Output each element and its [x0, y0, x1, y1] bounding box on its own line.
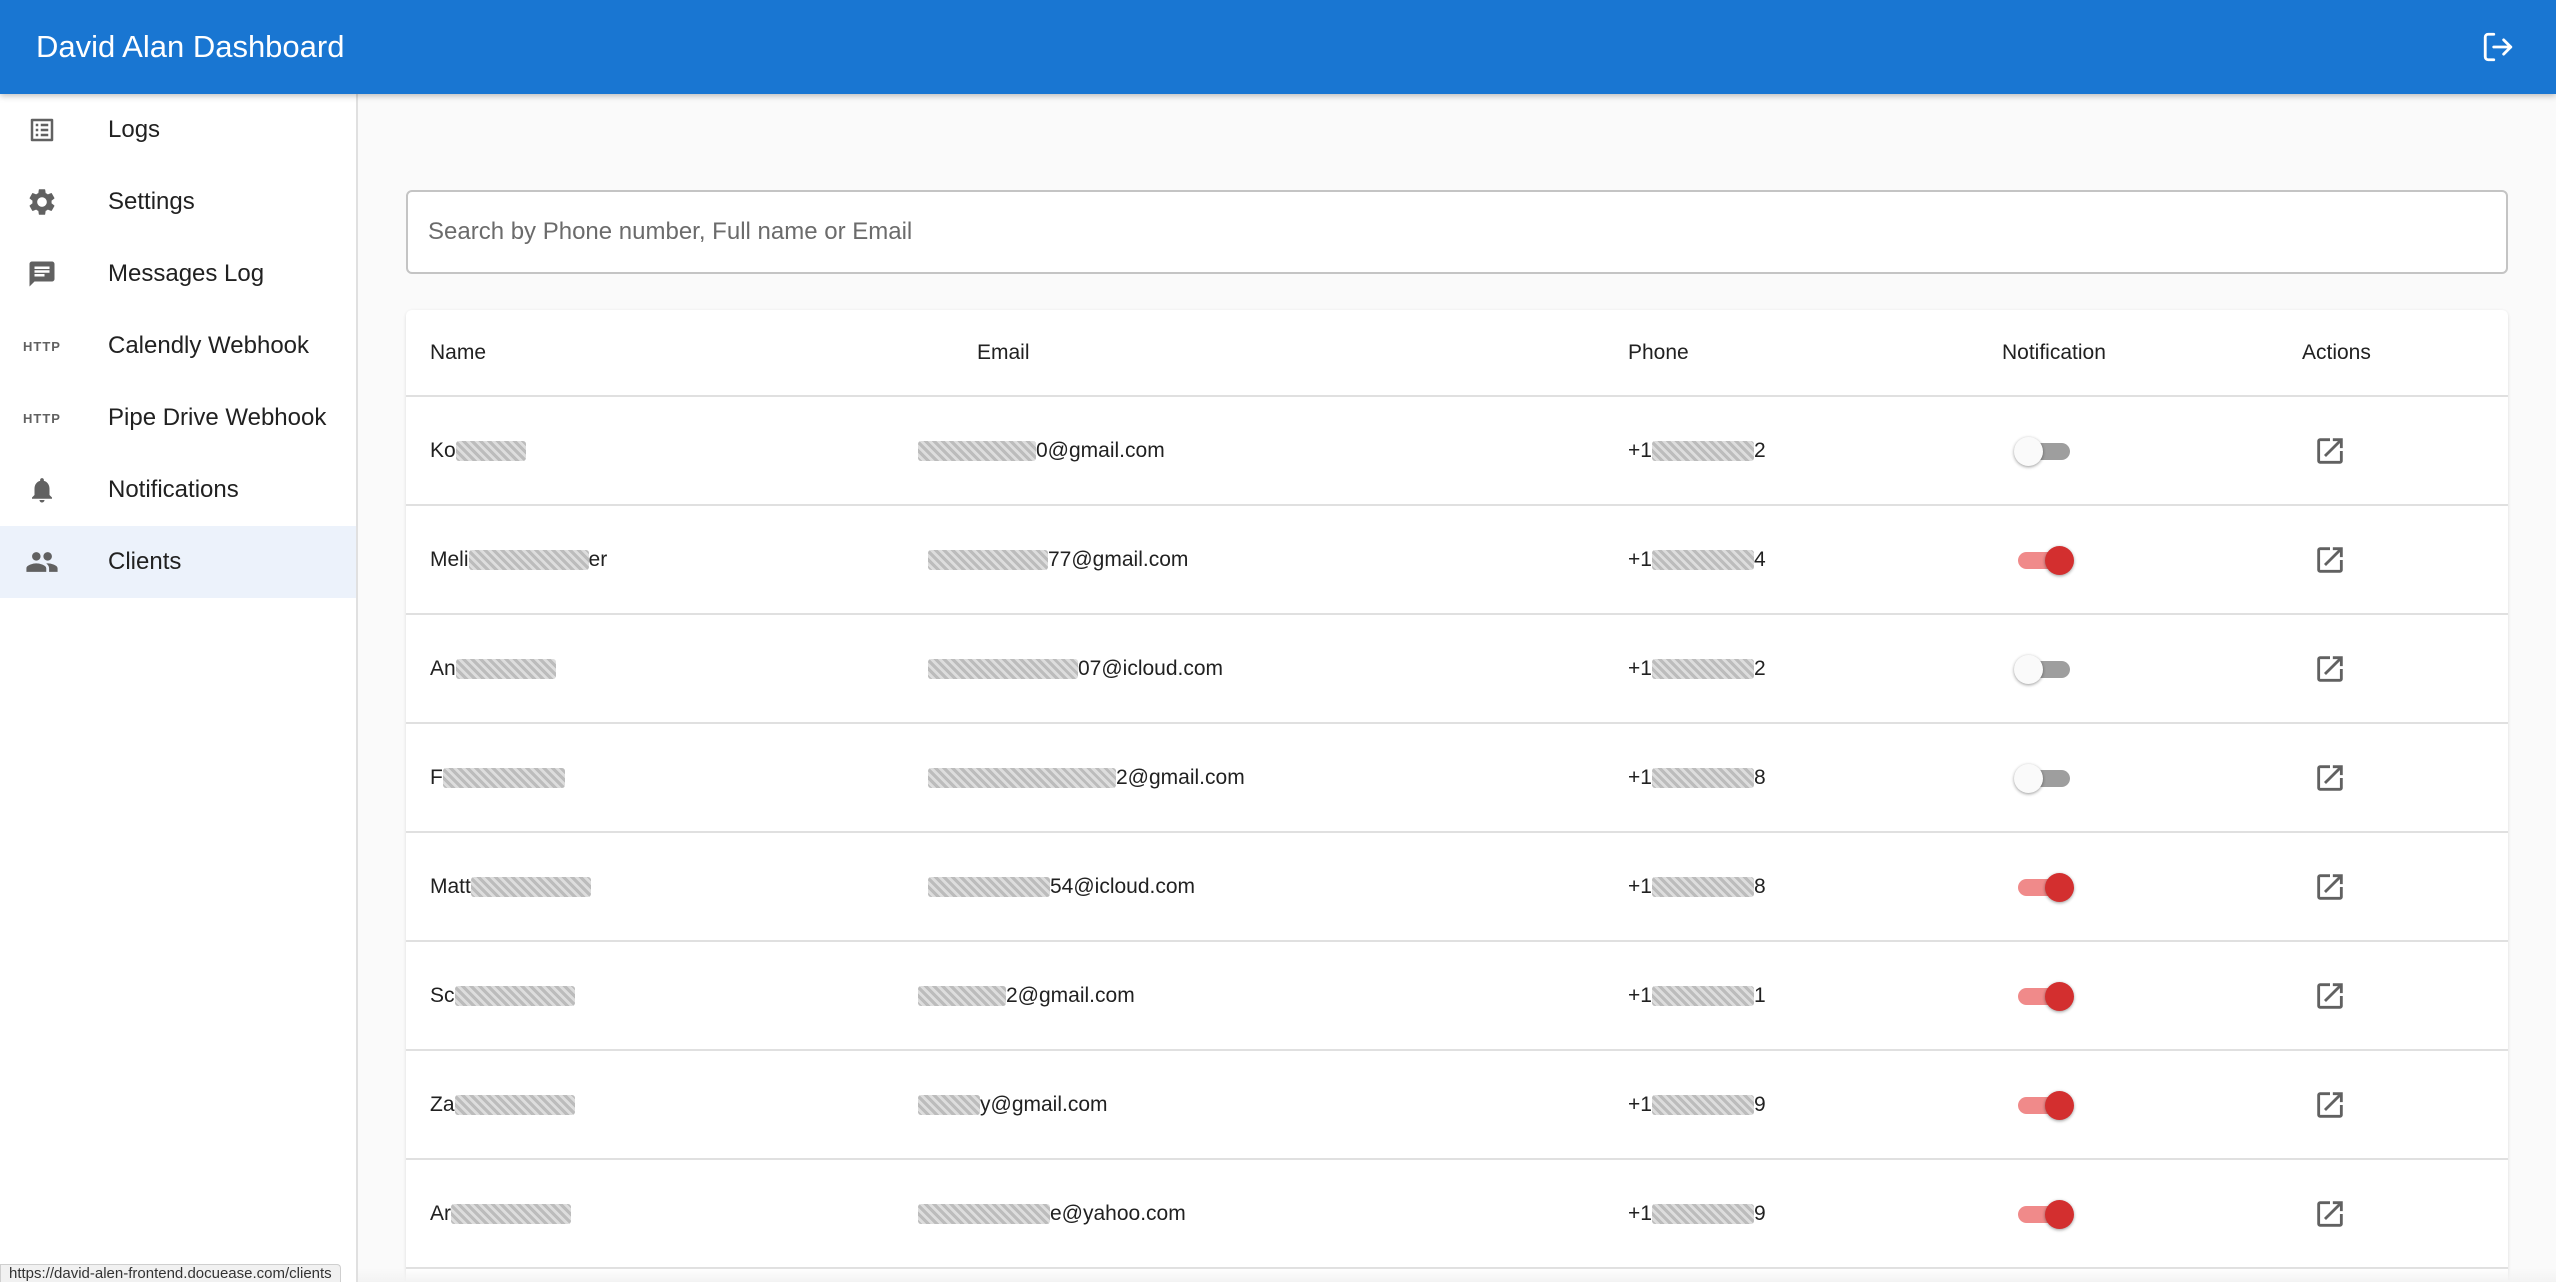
- open-in-new-icon: [2317, 873, 2343, 900]
- client-name: F: [430, 724, 565, 831]
- client-email: e@yahoo.com: [918, 1160, 1186, 1267]
- client-email: 0@gmail.com: [918, 397, 1165, 504]
- sidebar-item-messages-log[interactable]: Messages Log: [0, 238, 356, 310]
- sidebar-item-label: Settings: [108, 188, 195, 215]
- scroll-fade: [358, 1268, 2556, 1282]
- logout-button[interactable]: [2476, 25, 2520, 69]
- column-header-email[interactable]: Email: [977, 310, 1030, 395]
- sidebar-item-label: Clients: [108, 548, 182, 575]
- client-name: Ko: [430, 397, 526, 504]
- client-phone: +1 2: [1628, 438, 1766, 462]
- table-row[interactable]: Za y@gmail.com +1 9: [406, 1051, 2508, 1160]
- message-icon: [24, 256, 60, 292]
- open-client-button[interactable]: [2308, 538, 2352, 582]
- table-row[interactable]: Ko 0@gmail.com +1 2: [406, 397, 2508, 506]
- table-row[interactable]: An 07@icloud.com +1 2: [406, 615, 2508, 724]
- column-header-notification[interactable]: Notification: [2002, 310, 2106, 395]
- http-icon: HTTP: [23, 338, 61, 354]
- open-in-new-icon: [2317, 655, 2343, 682]
- client-email: y@gmail.com: [918, 1051, 1108, 1158]
- client-name: Za: [430, 1051, 575, 1158]
- sidebar-item-label: Notifications: [108, 476, 239, 503]
- table-row[interactable]: Ar e@yahoo.com +1 9: [406, 1160, 2508, 1269]
- client-phone: +1 1: [1628, 983, 1766, 1007]
- notification-toggle[interactable]: [2014, 433, 2074, 469]
- clients-table: Name Email Phone Notification Actions Ko…: [406, 310, 2508, 1282]
- list-icon: [24, 112, 60, 148]
- search-input[interactable]: [406, 190, 2508, 274]
- app-bar: David Alan Dashboard: [0, 0, 2556, 94]
- open-client-button[interactable]: [2308, 974, 2352, 1018]
- client-email: 77@gmail.com: [928, 506, 1188, 613]
- column-header-actions[interactable]: Actions: [2302, 310, 2371, 395]
- table-row[interactable]: Meli er 77@gmail.com +1 4: [406, 506, 2508, 615]
- logout-icon: [2483, 32, 2513, 62]
- status-bar-url: https://david-alen-frontend.docuease.com…: [0, 1264, 341, 1282]
- notification-toggle[interactable]: [2014, 869, 2074, 905]
- open-in-new-icon: [2317, 546, 2343, 573]
- open-in-new-icon: [2317, 982, 2343, 1009]
- table-row[interactable]: Sc 2@gmail.com +1 1: [406, 942, 2508, 1051]
- sidebar-item-label: Messages Log: [108, 260, 265, 287]
- client-name: Matt: [430, 833, 591, 940]
- open-in-new-icon: [2317, 764, 2343, 791]
- client-name: An: [430, 615, 556, 722]
- notification-toggle[interactable]: [2014, 1087, 2074, 1123]
- notification-toggle[interactable]: [2014, 651, 2074, 687]
- client-phone: +1 9: [1628, 1201, 1766, 1225]
- sidebar-item-label: Calendly Webhook: [108, 332, 310, 359]
- table-row[interactable]: F 2@gmail.com +1 8: [406, 724, 2508, 833]
- client-email: 2@gmail.com: [918, 942, 1135, 1049]
- sidebar-item-clients[interactable]: Clients: [0, 526, 356, 598]
- notification-toggle[interactable]: [2014, 542, 2074, 578]
- main-content: Name Email Phone Notification Actions Ko…: [358, 94, 2556, 1282]
- client-name: Meli er: [430, 547, 608, 571]
- sidebar-item-calendly-webhook[interactable]: HTTP Calendly Webhook: [0, 310, 356, 382]
- gear-icon: [24, 184, 60, 220]
- open-client-button[interactable]: [2308, 1192, 2352, 1236]
- table-row[interactable]: Matt 54@icloud.com +1 8: [406, 833, 2508, 942]
- sidebar-item-label: Logs: [108, 116, 161, 143]
- client-email: 07@icloud.com: [928, 615, 1223, 722]
- bell-icon: [24, 472, 60, 508]
- sidebar: Logs Settings Messages Log HTTP Calendly…: [0, 94, 358, 1282]
- http-icon: HTTP: [23, 410, 61, 426]
- open-client-button[interactable]: [2308, 647, 2352, 691]
- client-email: 54@icloud.com: [928, 833, 1195, 940]
- open-client-button[interactable]: [2308, 756, 2352, 800]
- sidebar-item-logs[interactable]: Logs: [0, 94, 356, 166]
- client-phone: +1 2: [1628, 656, 1766, 680]
- client-name: Sc: [430, 942, 575, 1049]
- notification-toggle[interactable]: [2014, 978, 2074, 1014]
- sidebar-item-settings[interactable]: Settings: [0, 166, 356, 238]
- open-in-new-icon: [2317, 1200, 2343, 1227]
- client-phone: +1 4: [1628, 547, 1766, 571]
- people-icon: [24, 544, 60, 580]
- open-client-button[interactable]: [2308, 429, 2352, 473]
- app-title: David Alan Dashboard: [36, 29, 345, 64]
- column-header-name[interactable]: Name: [430, 310, 486, 395]
- open-in-new-icon: [2317, 1091, 2343, 1118]
- sidebar-item-notifications[interactable]: Notifications: [0, 454, 356, 526]
- notification-toggle[interactable]: [2014, 760, 2074, 796]
- column-header-phone[interactable]: Phone: [1628, 310, 1689, 395]
- client-phone: +1 8: [1628, 874, 1766, 898]
- client-email: 2@gmail.com: [928, 724, 1245, 831]
- open-client-button[interactable]: [2308, 1083, 2352, 1127]
- open-in-new-icon: [2317, 437, 2343, 464]
- sidebar-item-pipe-drive-webhook[interactable]: HTTP Pipe Drive Webhook: [0, 382, 356, 454]
- client-phone: +1 8: [1628, 765, 1766, 789]
- sidebar-item-label: Pipe Drive Webhook: [108, 404, 327, 431]
- client-phone: +1 9: [1628, 1092, 1766, 1116]
- notification-toggle[interactable]: [2014, 1196, 2074, 1232]
- open-client-button[interactable]: [2308, 865, 2352, 909]
- client-name: Ar: [430, 1160, 571, 1267]
- table-header: Name Email Phone Notification Actions: [406, 310, 2508, 397]
